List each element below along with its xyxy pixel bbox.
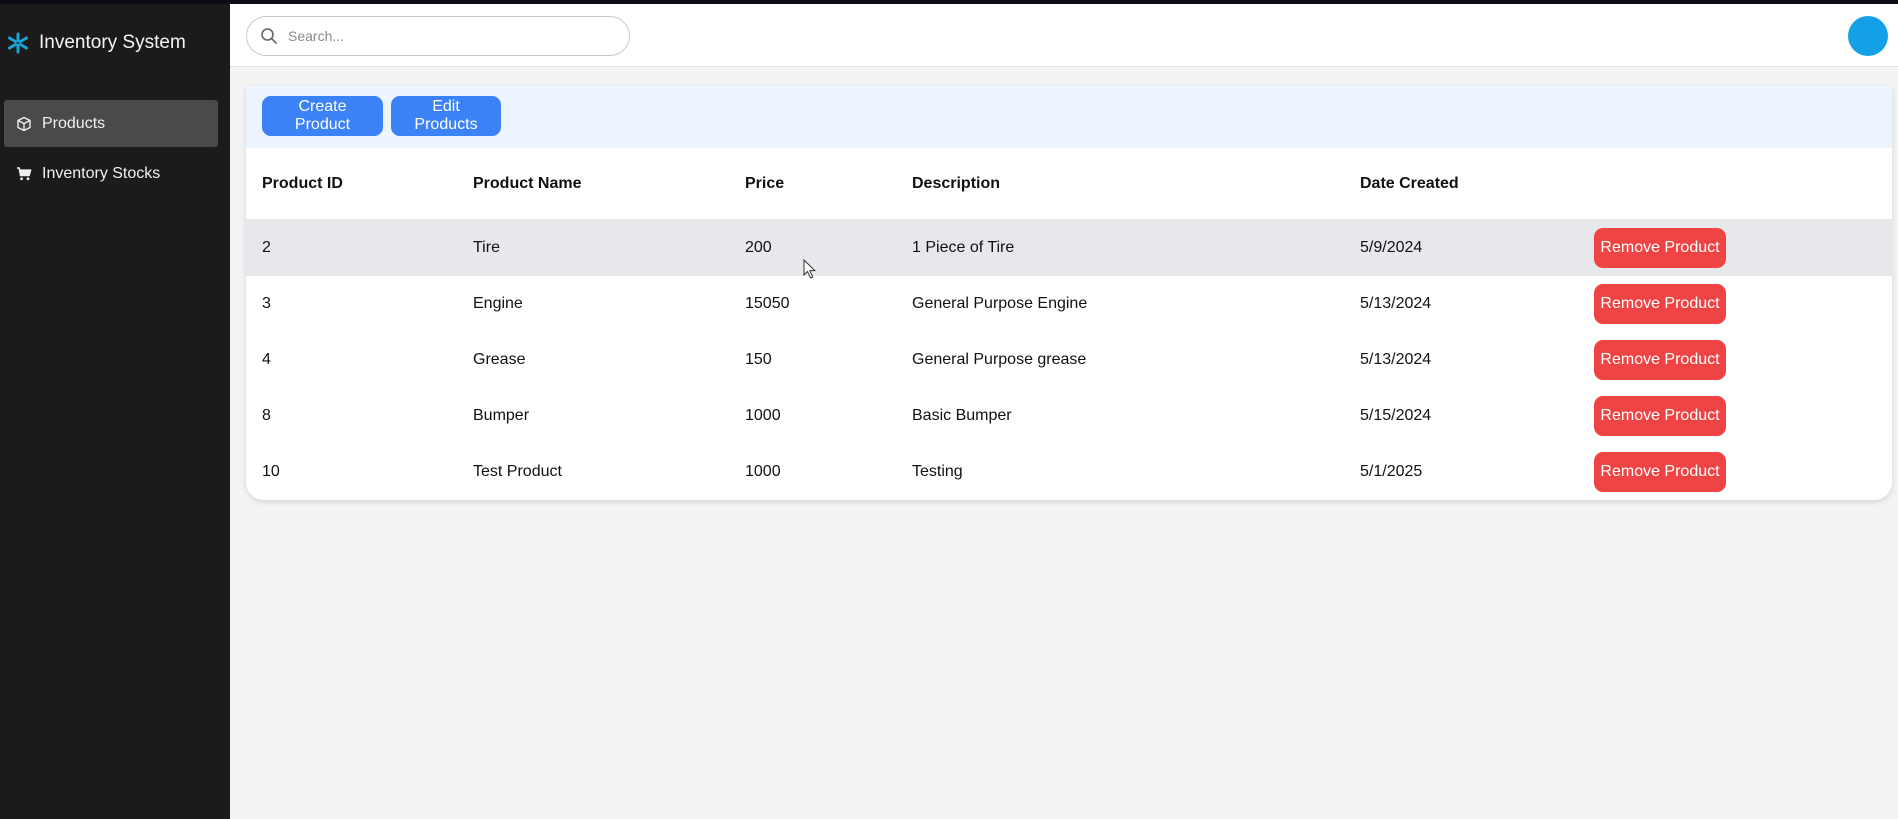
products-toolbar: Create Product Edit Products (246, 86, 1892, 148)
remove-product-button[interactable]: Remove Product (1594, 340, 1726, 380)
cell-date-created: 5/1/2025 (1360, 463, 1423, 480)
table-row[interactable]: 3 Engine 15050 General Purpose Engine 5/… (246, 276, 1892, 332)
cell-description: 1 Piece of Tire (912, 239, 1015, 256)
cell-price: 200 (745, 239, 772, 256)
table-header: Product ID Product Name Price Descriptio… (246, 148, 1892, 220)
remove-product-button[interactable]: Remove Product (1594, 228, 1726, 268)
cell-price: 15050 (745, 295, 790, 312)
cell-product-id: 4 (262, 351, 271, 368)
sidebar-item-inventory-stocks[interactable]: Inventory Stocks (4, 150, 218, 197)
column-header-price: Price (745, 175, 785, 192)
cell-date-created: 5/9/2024 (1360, 239, 1423, 256)
cell-product-name: Grease (473, 351, 526, 368)
brand[interactable]: Inventory System (6, 31, 186, 55)
cell-product-name: Engine (473, 295, 523, 312)
remove-product-button[interactable]: Remove Product (1594, 452, 1726, 492)
products-card: Create Product Edit Products Product ID … (246, 86, 1892, 500)
app-title: Inventory System (39, 32, 186, 53)
cell-price: 1000 (745, 407, 781, 424)
cell-product-name: Test Product (473, 463, 562, 480)
search-box[interactable] (246, 16, 630, 56)
cell-date-created: 5/13/2024 (1360, 295, 1432, 312)
column-header-description: Description (912, 175, 1001, 192)
cell-product-id: 2 (262, 239, 271, 256)
cart-icon (17, 166, 32, 180)
cell-price: 1000 (745, 463, 781, 480)
cell-product-name: Bumper (473, 407, 530, 424)
edit-products-button[interactable]: Edit Products (391, 96, 501, 136)
cell-description: General Purpose grease (912, 351, 1087, 368)
cell-price: 150 (745, 351, 772, 368)
table-row[interactable]: 10 Test Product 1000 Testing 5/1/2025 Re… (246, 444, 1892, 500)
search-input[interactable] (288, 28, 618, 44)
search-icon (261, 28, 277, 44)
table-row[interactable]: 2 Tire 200 1 Piece of Tire 5/9/2024 Remo… (246, 220, 1892, 276)
table-row[interactable]: 8 Bumper 1000 Basic Bumper 5/15/2024 Rem… (246, 388, 1892, 444)
remove-product-button[interactable]: Remove Product (1594, 284, 1726, 324)
table-row[interactable]: 4 Grease 150 General Purpose grease 5/13… (246, 332, 1892, 388)
column-header-product-name: Product Name (473, 175, 582, 192)
sidebar-item-label: Products (42, 114, 106, 132)
cell-description: General Purpose Engine (912, 295, 1088, 312)
cell-date-created: 5/15/2024 (1360, 407, 1432, 424)
cell-description: Testing (912, 463, 963, 480)
column-header-product-id: Product ID (262, 175, 343, 192)
column-header-date-created: Date Created (1360, 175, 1459, 192)
cell-product-id: 3 (262, 295, 271, 312)
avatar[interactable] (1848, 16, 1888, 56)
box-icon (17, 116, 31, 131)
sidebar: Inventory System Products Inventory Stoc… (0, 4, 230, 819)
mouse-cursor-icon (803, 259, 817, 279)
asterisk-logo-icon (8, 32, 28, 54)
create-product-button[interactable]: Create Product (262, 96, 383, 136)
cell-description: Basic Bumper (912, 407, 1012, 424)
top-header (230, 4, 1898, 67)
cell-product-id: 8 (262, 407, 271, 424)
sidebar-item-label: Inventory Stocks (42, 164, 161, 182)
sidebar-item-products[interactable]: Products (4, 100, 218, 147)
remove-product-button[interactable]: Remove Product (1594, 396, 1726, 436)
cell-product-name: Tire (473, 239, 500, 256)
cell-product-id: 10 (262, 463, 280, 480)
cell-date-created: 5/13/2024 (1360, 351, 1432, 368)
